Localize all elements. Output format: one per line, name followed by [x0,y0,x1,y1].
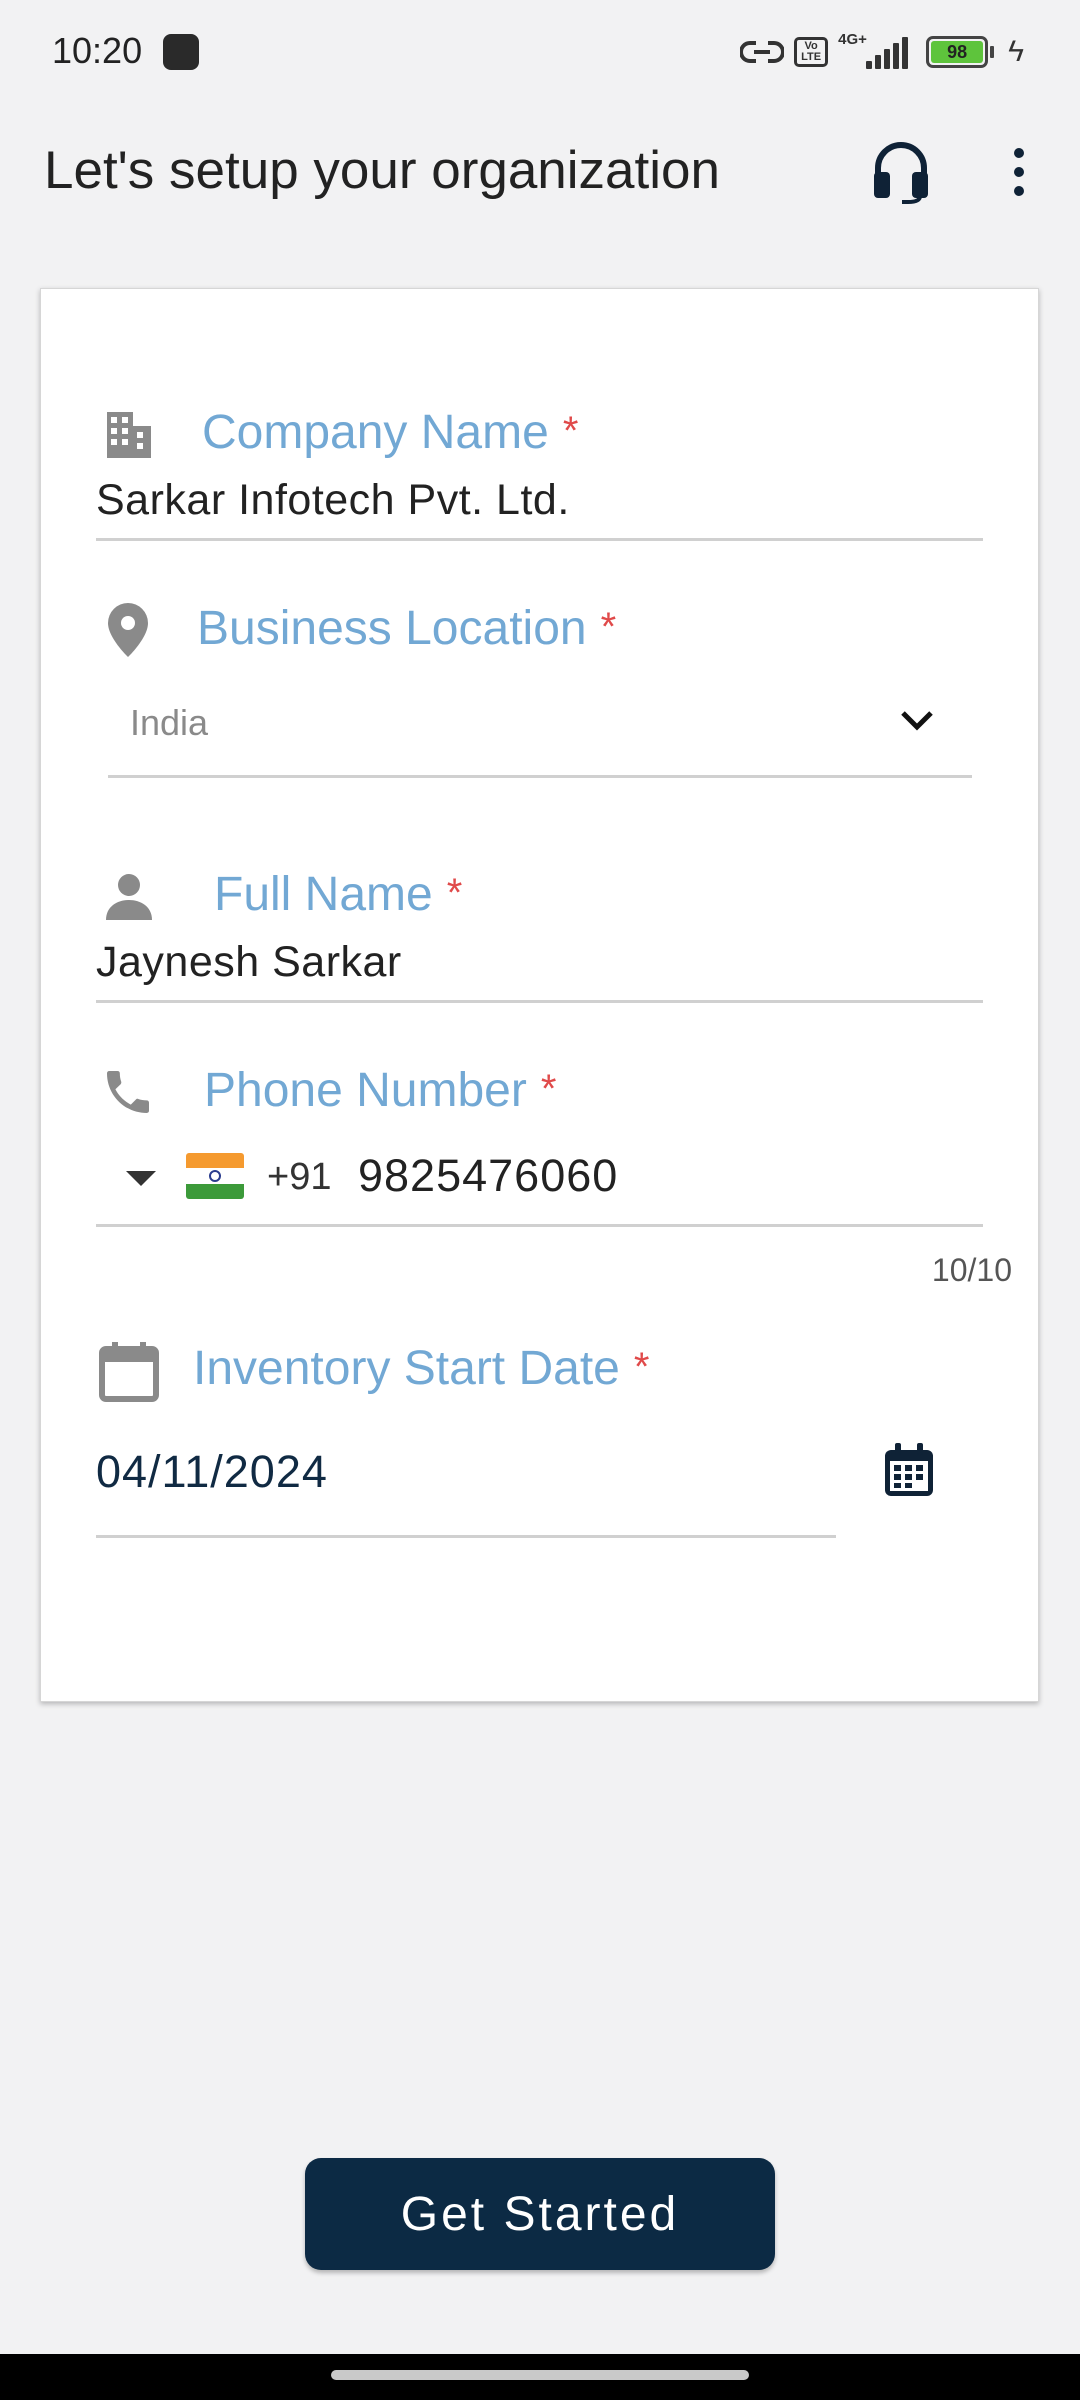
inventory-start-date-underline [96,1535,836,1538]
india-flag-icon[interactable] [186,1153,244,1199]
business-location-label: Business Location * [197,602,617,655]
headset-icon[interactable] [870,138,932,204]
app-notification-icon [163,34,199,70]
full-name-label: Full Name * [214,868,463,921]
chevron-down-icon[interactable] [899,708,935,732]
home-gesture-handle[interactable] [331,2370,749,2380]
company-name-input[interactable]: Sarkar Infotech Pvt. Ltd. [96,476,570,525]
business-location-underline [108,775,972,778]
get-started-button[interactable]: Get Started [305,2158,775,2270]
business-location-select[interactable]: India [130,702,208,744]
more-vert-icon[interactable] [1004,146,1034,198]
link-icon [740,41,785,63]
page-title: Let's setup your organization [44,141,720,200]
battery-icon: 98 [926,36,995,68]
status-time: 10:20 [52,30,143,71]
signal-icon: 4G+ [838,31,909,69]
location-pin-icon [108,603,148,657]
volte-icon: Vo LTE [794,37,829,67]
phone-char-counter: 10/10 [931,1252,1012,1288]
inventory-start-date-label: Inventory Start Date * [193,1342,650,1395]
company-name-underline [96,538,983,541]
phone-icon [107,1071,149,1113]
system-nav-bar [0,2354,1080,2400]
status-bar: 10:20 Vo LTE 4G+ 98 ϟ [0,0,1080,100]
full-name-underline [96,1000,983,1003]
battery-level: 98 [931,41,984,63]
country-dropdown-arrow-icon[interactable] [126,1171,156,1186]
inventory-start-date-input[interactable]: 04/11/2024 [96,1446,328,1498]
dial-code: +91 [267,1156,332,1198]
phone-number-label: Phone Number * [204,1064,557,1117]
full-name-input[interactable]: Jaynesh Sarkar [96,938,402,987]
company-name-label: Company Name * [202,406,579,459]
charging-icon: ϟ [1008,35,1024,68]
person-icon [106,874,152,920]
date-picker-icon[interactable] [882,1442,936,1498]
network-type: 4G+ [838,31,867,48]
phone-number-input[interactable]: 9825476060 [358,1150,618,1202]
status-icons: Vo LTE 4G+ 98 ϟ [740,30,1024,74]
phone-number-underline [96,1224,983,1227]
building-icon [107,412,151,458]
calendar-icon [99,1342,159,1402]
